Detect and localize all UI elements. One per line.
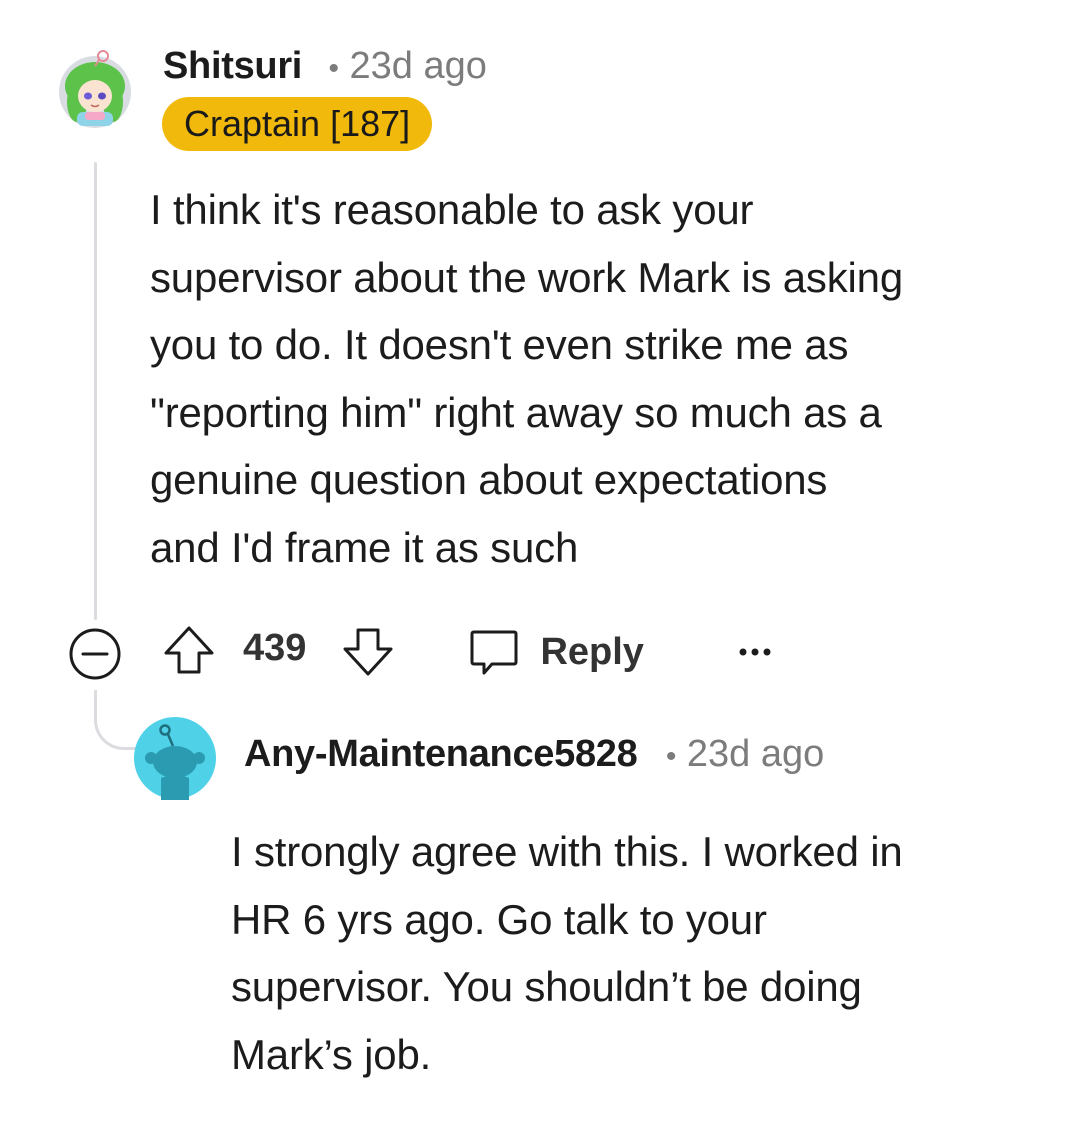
thread-line[interactable] [94, 162, 97, 620]
reply-username[interactable]: Any-Maintenance5828 [244, 733, 638, 775]
more-options-icon [739, 648, 771, 656]
downvote-arrow-icon [343, 628, 393, 676]
anime-avatar-icon [59, 50, 131, 128]
reply-button[interactable]: Reply [466, 624, 644, 680]
avatar[interactable] [55, 50, 135, 130]
snoo-avatar-icon [134, 717, 216, 800]
thread-connector [94, 690, 138, 750]
reply-label: Reply [540, 630, 644, 673]
collapse-button[interactable] [67, 626, 123, 687]
meta-separator: • [328, 52, 340, 85]
more-options-button[interactable] [736, 636, 776, 671]
username[interactable]: Shitsuri [163, 45, 302, 87]
comment-bubble-icon [470, 630, 518, 675]
reply-timestamp: 23d ago [686, 733, 825, 775]
reply-avatar[interactable] [133, 716, 217, 800]
reply-body: I strongly agree with this. I worked in … [231, 828, 903, 1078]
user-flair: Craptain [187] [162, 97, 433, 151]
vote-score: 439 [243, 627, 307, 669]
downvote-button[interactable] [339, 622, 397, 685]
upvote-button[interactable] [160, 622, 218, 685]
collapse-minus-icon [69, 628, 121, 680]
timestamp: 23d ago [349, 45, 487, 87]
reply-meta-separator: • [665, 740, 677, 773]
upvote-arrow-icon [164, 626, 214, 674]
comment-body: I think it's reasonable to ask your supe… [150, 186, 903, 571]
